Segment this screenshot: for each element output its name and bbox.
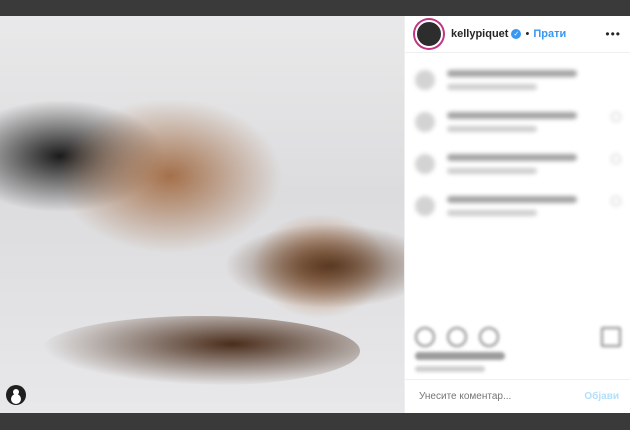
username[interactable]: kellypiquet	[451, 28, 508, 40]
separator: •	[525, 28, 530, 40]
heart-icon[interactable]	[611, 112, 621, 122]
post-header: kellypiquet ✓ • Прати •••	[405, 16, 630, 53]
list-item	[415, 154, 621, 174]
heart-icon[interactable]	[611, 196, 621, 206]
post-image	[0, 16, 404, 413]
comment-input[interactable]	[417, 390, 581, 403]
avatar[interactable]	[415, 196, 435, 216]
timestamp	[415, 366, 485, 372]
action-bar	[405, 324, 630, 350]
list-item	[415, 112, 621, 132]
tagged-user-icon[interactable]	[6, 385, 26, 405]
avatar[interactable]	[415, 154, 435, 174]
avatar[interactable]	[415, 70, 435, 90]
post-sidebar: kellypiquet ✓ • Прати ••• Унесите комент…	[404, 16, 630, 413]
post-modal: kellypiquet ✓ • Прати ••• Унесите комент…	[0, 16, 630, 413]
avatar[interactable]	[415, 112, 435, 132]
follow-button[interactable]: Прати	[533, 28, 566, 40]
heart-icon[interactable]	[611, 154, 621, 164]
comment-box: Објави	[405, 379, 630, 413]
comments-list	[405, 60, 630, 322]
save-icon[interactable]	[601, 327, 621, 347]
list-item	[415, 196, 621, 216]
likes-count[interactable]	[415, 352, 505, 360]
post-button[interactable]: Објави	[584, 391, 619, 402]
photo-detail	[40, 316, 360, 386]
verified-badge-icon: ✓	[511, 29, 522, 39]
comment-icon[interactable]	[447, 327, 467, 347]
share-icon[interactable]	[479, 327, 499, 347]
more-options-icon[interactable]: •••	[605, 27, 621, 41]
list-item	[415, 70, 621, 90]
like-icon[interactable]	[415, 327, 435, 347]
profile-avatar[interactable]	[415, 20, 443, 48]
